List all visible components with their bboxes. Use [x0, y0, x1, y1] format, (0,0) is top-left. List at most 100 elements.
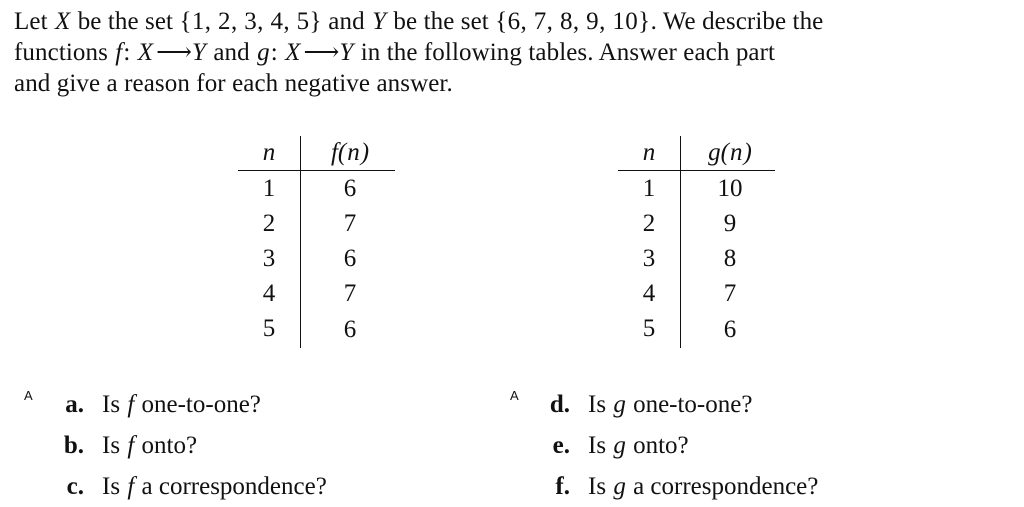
cell-value: 6 — [723, 316, 737, 343]
question-function-symbol: g — [613, 432, 626, 459]
question-text: Is g onto? — [570, 425, 689, 466]
problem-line: and give a reason for each negative answ… — [14, 68, 1010, 99]
column-header-value: f(n) — [300, 136, 395, 171]
table-header-row: n g(n) — [618, 136, 775, 171]
question-text-pre: Is — [102, 391, 127, 418]
question-column-right: Ad. Is g one-to-one? e. Is g onto? f. Is g a … — [510, 384, 818, 507]
text-run-var: Y — [191, 39, 206, 66]
answer-available-marker: A — [24, 388, 33, 403]
text-run-num: {1, 2, 3, 4, 5} — [179, 8, 322, 35]
question-item-b[interactable]: b. Is f onto? — [26, 425, 327, 466]
function-table-g: n g(n) 1 10 2 9 3 8 4 7 5 6 — [618, 136, 775, 348]
problem-line: Let X be the set {1, 2, 3, 4, 5} and Y b… — [14, 6, 1010, 37]
problem-line-content: Let X be the set {1, 2, 3, 4, 5} and Y b… — [14, 6, 823, 37]
question-marker: c. — [26, 466, 84, 507]
question-text-post: a correspondence? — [626, 473, 819, 500]
cell-value: 8 — [723, 245, 737, 272]
table-row: 16 — [238, 170, 395, 206]
question-function-symbol: g — [613, 473, 626, 500]
question-marker: b. — [26, 425, 84, 466]
table-row: 27 — [238, 206, 395, 241]
cell-value: 7 — [343, 280, 357, 307]
table-row: 47 — [618, 276, 775, 311]
question-text-post: onto? — [135, 432, 198, 459]
column-header-function-arg: (n) — [720, 139, 752, 166]
question-item-c[interactable]: c. Is f a correspondence? — [26, 466, 327, 507]
text-run-plain: and — [321, 8, 372, 35]
cell-value: 6 — [343, 175, 357, 202]
text-run-plain: functions — [14, 39, 115, 66]
question-item-e[interactable]: e. Is g onto? — [512, 425, 818, 466]
cell-n: 2 — [238, 206, 301, 241]
column-header-function-name: g — [708, 139, 721, 166]
text-run-plain: and give a reason for each negative answ… — [14, 70, 453, 97]
text-run-plain: : — [270, 39, 285, 66]
function-table-f: n f(n) 1 6 2 7 3 6 4 7 5 6 — [238, 136, 395, 348]
cell-value: 9 — [723, 210, 737, 237]
cell-n: 3 — [618, 241, 681, 276]
question-text-pre: Is — [588, 391, 613, 418]
cell-n: 4 — [238, 276, 301, 311]
text-run-plain: . We describe the — [650, 8, 824, 35]
text-run-plain: be the set — [387, 8, 496, 35]
question-marker-label: a. — [65, 391, 84, 418]
cell-value: 7 — [343, 210, 357, 237]
column-header-value: g(n) — [680, 136, 775, 171]
question-text-post: a correspondence? — [135, 473, 327, 500]
text-run-var: X — [54, 8, 71, 35]
problem-statement: Let X be the set {1, 2, 3, 4, 5} and Y b… — [14, 6, 1010, 99]
question-function-symbol: f — [127, 432, 135, 459]
column-header-n: n — [618, 136, 681, 171]
question-item-d[interactable]: Ad. Is g one-to-one? — [510, 384, 818, 425]
question-text-pre: Is — [588, 432, 613, 459]
question-text: Is g a correspondence? — [570, 466, 818, 507]
question-text-pre: Is — [588, 473, 613, 500]
cell-n: 5 — [618, 311, 681, 348]
question-text-pre: Is — [102, 473, 127, 500]
column-header-n: n — [238, 136, 301, 171]
table-row: 38 — [618, 241, 775, 276]
text-run-var: X — [285, 39, 301, 66]
question-marker-label: b. — [63, 432, 84, 459]
cell-value: 10 — [717, 175, 743, 202]
question-marker-label: c. — [66, 473, 84, 500]
table-row: 47 — [238, 276, 395, 311]
question-text: Is f a correspondence? — [84, 466, 327, 507]
question-marker: Ad. — [510, 384, 570, 425]
cell-value: 6 — [343, 245, 357, 272]
text-run-var: X — [137, 39, 154, 66]
table-row: 1 10 — [618, 170, 775, 206]
problem-line-content: functions f: X ⟶ Y and g: X ⟶ Y in the follo… — [14, 37, 775, 68]
table-row: 56 — [238, 311, 395, 348]
question-function-symbol: f — [127, 391, 135, 418]
text-run-var: Y — [339, 39, 354, 66]
question-text-post: onto? — [626, 432, 689, 459]
question-marker-label: d. — [549, 391, 570, 418]
text-run-plain: Let — [14, 8, 54, 35]
question-text-post: one-to-one? — [626, 391, 753, 418]
cell-n: 3 — [238, 241, 301, 276]
question-marker: Aa. — [24, 384, 84, 425]
question-item-f[interactable]: f. Is g a correspondence? — [512, 466, 818, 507]
question-marker-label: f. — [555, 473, 570, 500]
question-function-symbol: f — [127, 473, 135, 500]
problem-line-content: and give a reason for each negative answ… — [14, 70, 453, 97]
problem-line: functions f: X ⟶ Y and g: X ⟶ Y in the follo… — [14, 37, 1010, 68]
text-run-num: {6, 7, 8, 9, 10} — [495, 8, 651, 35]
question-function-symbol: g — [613, 391, 626, 418]
text-run-var: Y — [372, 8, 387, 35]
table-g: n g(n) 1 10 2 9 3 8 4 7 5 6 — [618, 136, 775, 348]
answer-available-marker: A — [510, 388, 519, 403]
question-item-a[interactable]: Aa. Is f one-to-one? — [24, 384, 327, 425]
question-text: Is f one-to-one? — [84, 384, 261, 425]
question-text: Is f onto? — [84, 425, 197, 466]
table-row: 36 — [238, 241, 395, 276]
text-run-arrow: ⟶ — [156, 39, 192, 66]
cell-n: 5 — [238, 311, 301, 348]
table-row: 56 — [618, 311, 775, 348]
cell-n: 4 — [618, 276, 681, 311]
text-run-plain: : — [123, 39, 137, 66]
text-run-arrow: ⟶ — [303, 39, 339, 66]
cell-value: 6 — [343, 316, 357, 343]
column-header-function-name: f — [330, 139, 338, 166]
